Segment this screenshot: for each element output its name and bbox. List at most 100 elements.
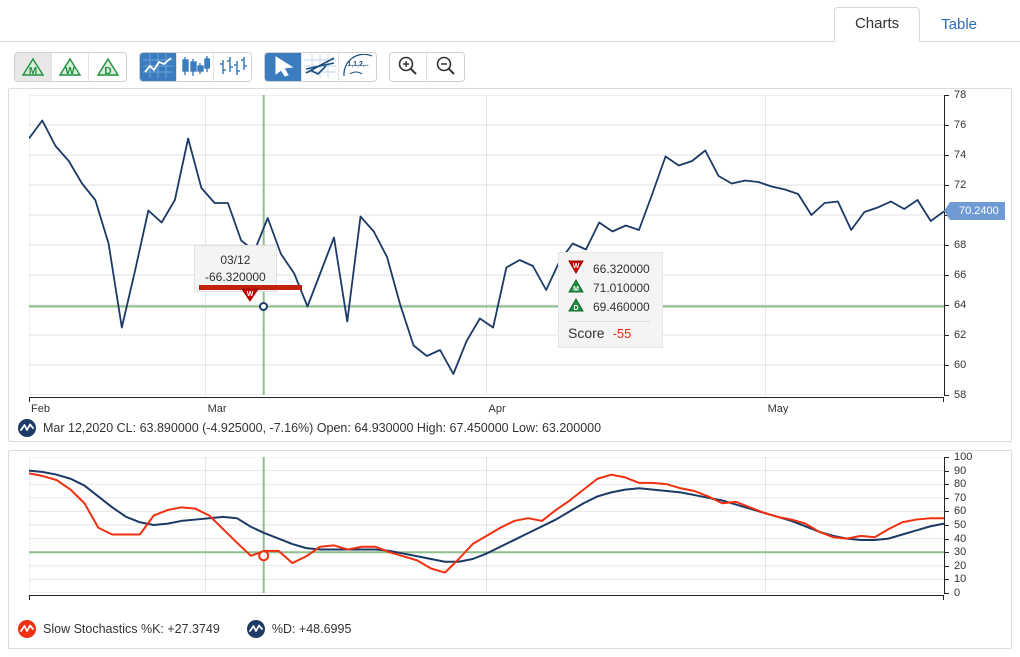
- navy-wave-icon: [246, 620, 265, 638]
- price-y-tick-label: 76: [954, 119, 967, 131]
- stoch-y-tick-label: 20: [954, 559, 967, 572]
- zoom-in-button[interactable]: [390, 53, 427, 81]
- legend-row-weekly: W 66.320000: [568, 260, 650, 279]
- svg-text:D: D: [104, 66, 111, 77]
- stoch-y-tick-label: 100: [954, 451, 973, 463]
- price-plot-area[interactable]: [29, 95, 944, 395]
- stoch-x-axis-end: [29, 595, 30, 600]
- price-status-bar: Mar 12,2020 CL: 63.890000 (-4.925000, -7…: [8, 415, 1012, 441]
- price-y-tick-label: 66: [954, 269, 967, 281]
- daily-triangle-icon: D: [96, 57, 120, 77]
- price-y-tick-label: 62: [954, 329, 967, 341]
- score-label: Score: [568, 325, 605, 341]
- stoch-y-tick: [944, 511, 949, 513]
- price-y-tick: [944, 155, 949, 156]
- price-chart-panel[interactable]: 5860626466687072747678 FebMarAprMay 70.2…: [8, 88, 1012, 442]
- price-y-tick: [944, 335, 949, 336]
- price-y-tick: [944, 125, 949, 126]
- price-y-tick: [944, 395, 949, 396]
- zoom-out-button[interactable]: [427, 53, 464, 81]
- stoch-y-tick: [944, 497, 949, 499]
- legend-divider: [568, 321, 650, 322]
- price-status-text: Mar 12,2020 CL: 63.890000 (-4.925000, -7…: [43, 421, 602, 435]
- stoch-y-tick-label: 0: [954, 587, 961, 599]
- price-y-tick-label: 74: [954, 149, 967, 161]
- tab-charts[interactable]: Charts: [833, 7, 921, 42]
- price-y-tick-label: 78: [954, 89, 967, 101]
- line-chart-button[interactable]: [140, 53, 177, 81]
- svg-text:W: W: [65, 66, 75, 77]
- legend-value-weekly: 66.320000: [593, 262, 650, 276]
- fibonacci-tool-button[interactable]: 1,1,2,..: [339, 53, 376, 81]
- stoch-k-text: Slow Stochastics %K: +27.3749: [43, 622, 220, 636]
- weekly-period-button[interactable]: W: [52, 53, 89, 81]
- stoch-y-tick-label: 30: [954, 546, 967, 559]
- stochastics-y-axis: 0 10 20 30 40 50 60 70 80 90 100: [944, 451, 1014, 599]
- candlestick-chart-icon: [180, 54, 211, 81]
- weekly-down-triangle-icon: W: [568, 260, 584, 280]
- cursor-icon: [267, 53, 299, 81]
- chart-toolbar: M W D 1,1,2,..: [8, 47, 1012, 87]
- stoch-y-tick-label: 40: [954, 532, 967, 545]
- price-x-tick-label: Feb: [31, 403, 50, 415]
- price-y-tick-label: 68: [954, 239, 967, 251]
- trendline-tool-button[interactable]: [302, 53, 339, 81]
- monthly-period-button[interactable]: M: [15, 53, 52, 81]
- ohlc-bar-chart-button[interactable]: [214, 53, 251, 81]
- stoch-y-tick-label: 60: [954, 505, 967, 518]
- stoch-y-tick: [944, 525, 949, 526]
- stochastics-plot-area[interactable]: [29, 457, 944, 593]
- stoch-x-axis-end: [943, 595, 944, 600]
- cursor-tool-button[interactable]: [265, 53, 302, 81]
- zoom-out-icon: [435, 55, 457, 80]
- stoch-y-tick: [944, 565, 949, 567]
- tab-bar: Charts Table: [0, 0, 1020, 42]
- daily-up-triangle-icon: D: [568, 297, 584, 318]
- price-x-tick-label: May: [767, 403, 789, 415]
- candlestick-chart-button[interactable]: [177, 53, 214, 81]
- svg-text:M: M: [573, 286, 579, 293]
- stoch-y-tick-label: 70: [954, 491, 967, 504]
- stoch-y-tick-label: 10: [954, 573, 967, 586]
- legend-value-monthly: 71.010000: [593, 281, 650, 295]
- price-x-axis-end: [29, 397, 30, 402]
- stoch-y-tick-label: 80: [954, 478, 967, 491]
- stoch-y-tick: [944, 538, 949, 540]
- svg-text:D: D: [573, 305, 578, 312]
- score-value: -55: [612, 325, 632, 341]
- price-y-tick: [944, 245, 949, 246]
- svg-text:W: W: [573, 263, 580, 270]
- fibonacci-icon: 1,1,2,..: [342, 53, 374, 81]
- price-chart-svg: [29, 95, 944, 395]
- legend-value-daily: 69.460000: [593, 300, 650, 314]
- period-button-group: M W D: [14, 52, 127, 82]
- stoch-y-tick: [944, 484, 949, 486]
- svg-text:M: M: [29, 66, 37, 77]
- daily-period-button[interactable]: D: [89, 53, 126, 81]
- tab-table[interactable]: Table: [920, 8, 998, 42]
- stoch-y-tick-label: 50: [954, 519, 967, 531]
- price-y-tick: [944, 185, 949, 186]
- price-x-tick-label: Mar: [207, 403, 227, 415]
- stoch-x-axis-line: [29, 595, 944, 596]
- stoch-y-tick: [944, 457, 949, 458]
- stochastics-chart-svg: [29, 457, 944, 593]
- weekly-down-triangle-marker-icon: W: [241, 288, 259, 305]
- indicator-legend-box: W 66.320000 M 71.010000 D 69.460000 Scor…: [558, 252, 663, 348]
- price-y-axis: 5860626466687072747678: [944, 89, 1014, 401]
- price-y-tick-label: 72: [954, 179, 967, 191]
- chart-type-button-group: [139, 52, 252, 82]
- weekly-triangle-icon: W: [58, 57, 82, 77]
- legend-row-monthly: M 71.010000: [568, 278, 650, 299]
- stochastics-x-axis: [29, 595, 944, 609]
- tooltip-date: 03/12: [220, 253, 251, 267]
- zoom-button-group: [389, 52, 465, 82]
- monthly-up-triangle-icon: M: [568, 278, 584, 299]
- chart-application: Charts Table M W D 1,1,2,.. 58 60 62 64 …: [0, 0, 1020, 657]
- svg-text:1,1,2,..: 1,1,2,..: [347, 61, 368, 68]
- price-y-tick: [944, 305, 949, 306]
- stoch-y-tick: [944, 552, 949, 554]
- price-x-axis-line: [29, 397, 944, 398]
- price-y-tick-label: 58: [954, 389, 967, 401]
- price-y-tick: [944, 275, 949, 276]
